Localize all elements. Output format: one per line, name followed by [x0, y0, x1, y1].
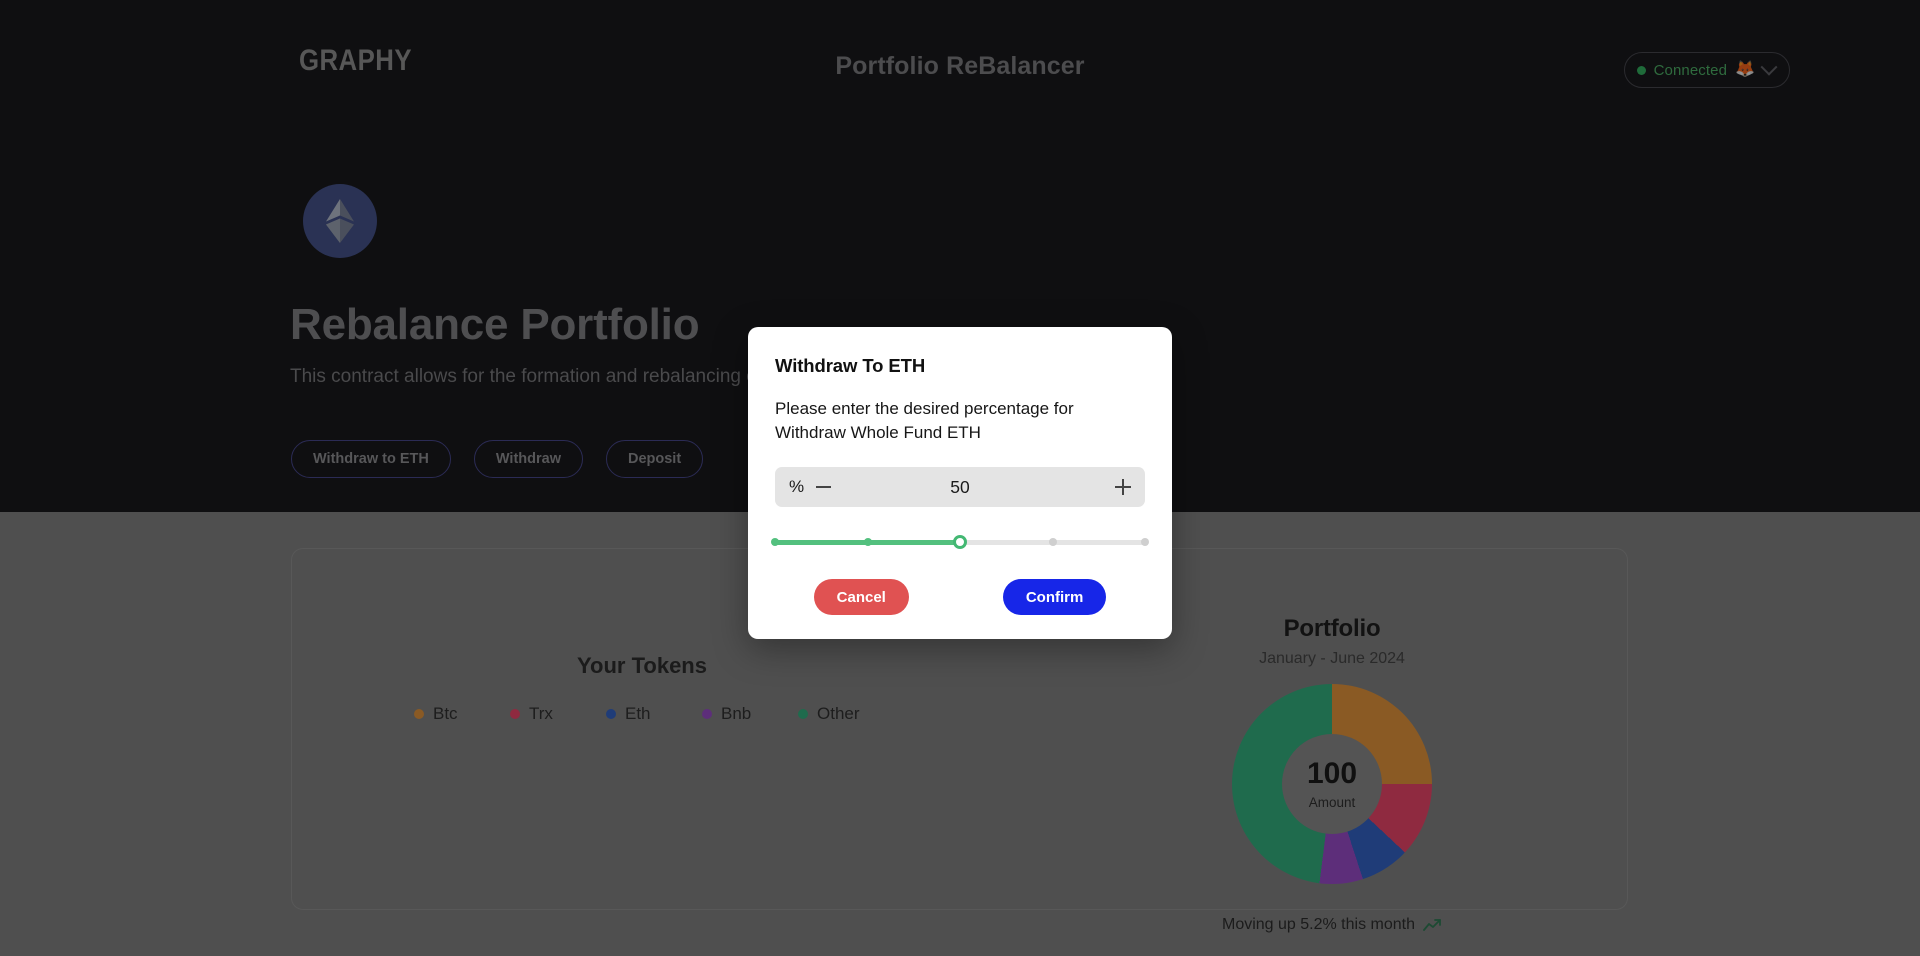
withdraw-button[interactable]: Withdraw [473, 440, 583, 478]
legend-item-other[interactable]: Other [798, 704, 870, 724]
percentage-slider[interactable] [771, 535, 1149, 550]
legend-swatch-trx [510, 709, 520, 719]
your-tokens-title: Your Tokens [577, 653, 707, 678]
plus-icon[interactable] [1115, 479, 1131, 496]
dialog-title: Withdraw To ETH [775, 355, 926, 376]
legend-label-bnb: Bnb [721, 704, 752, 723]
app-root: GRAPHY Portfolio ReBalancer Connected 🦊 … [0, 0, 1920, 956]
legend-swatch-other [798, 709, 808, 719]
status-dot-icon [1636, 65, 1646, 75]
legend-item-trx[interactable]: Trx [510, 704, 582, 724]
legend-label-eth: Eth [625, 704, 651, 723]
confirm-button[interactable]: Confirm [1002, 579, 1107, 616]
chevron-down-icon[interactable] [1760, 58, 1778, 76]
portfolio-period: January - June 2024 [1259, 650, 1405, 667]
legend-swatch-btc [414, 709, 424, 719]
withdraw-dialog: Withdraw To ETH Please enter the desired… [748, 327, 1172, 640]
donut-center: 100 Amount [1282, 734, 1382, 834]
cancel-button[interactable]: Cancel [813, 579, 909, 616]
deposit-button[interactable]: Deposit [605, 440, 704, 478]
hero-heading: Rebalance Portfolio [290, 300, 700, 349]
token-legend: Btc Trx Eth Bnb Other [292, 704, 992, 724]
donut-center-value: 100 [1306, 756, 1358, 790]
legend-swatch-eth [606, 709, 616, 719]
ethereum-icon [303, 184, 377, 258]
percentage-input[interactable]: 50 [775, 477, 1145, 498]
dialog-body-text: Please enter the desired percentage for … [775, 399, 1074, 443]
portfolio-donut-chart: 100 Amount [1232, 684, 1432, 884]
withdraw-to-eth-button[interactable]: Withdraw to ETH [291, 440, 451, 478]
slider-mark-75[interactable] [1048, 538, 1057, 547]
donut-center-label: Amount [1308, 794, 1356, 810]
percentage-stepper[interactable]: % 50 [775, 467, 1145, 508]
portfolio-header: Portfolio January - June 2024 [1132, 615, 1532, 668]
legend-swatch-bnb [702, 709, 712, 719]
legend-label-btc: Btc [433, 704, 458, 723]
slider-mark-100[interactable] [1141, 538, 1149, 547]
slider-thumb[interactable] [953, 535, 967, 550]
wallet-status-label: Connected [1653, 61, 1728, 79]
ethereum-diamond-glyph [326, 199, 354, 243]
slider-mark-0[interactable] [771, 538, 779, 547]
wallet-connect-button[interactable]: Connected 🦊 [1623, 52, 1790, 88]
trend-label: Moving up 5.2% this month [1222, 916, 1415, 933]
hero-action-group: Withdraw to ETH Withdraw Deposit [291, 440, 704, 478]
legend-item-eth[interactable]: Eth [606, 704, 678, 724]
metamask-fox-icon: 🦊 [1735, 61, 1755, 78]
dialog-actions: Cancel Confirm [775, 579, 1145, 616]
legend-item-bnb[interactable]: Bnb [702, 704, 774, 724]
trend-status: Moving up 5.2% this month [1132, 916, 1532, 934]
portfolio-title: Portfolio [1283, 615, 1381, 642]
legend-label-other: Other [817, 704, 860, 723]
legend-label-trx: Trx [529, 704, 553, 723]
hero-description: This contract allows for the formation a… [290, 366, 763, 387]
trending-up-icon [1423, 918, 1441, 931]
slider-mark-25[interactable] [863, 538, 872, 547]
legend-item-btc[interactable]: Btc [414, 704, 486, 724]
